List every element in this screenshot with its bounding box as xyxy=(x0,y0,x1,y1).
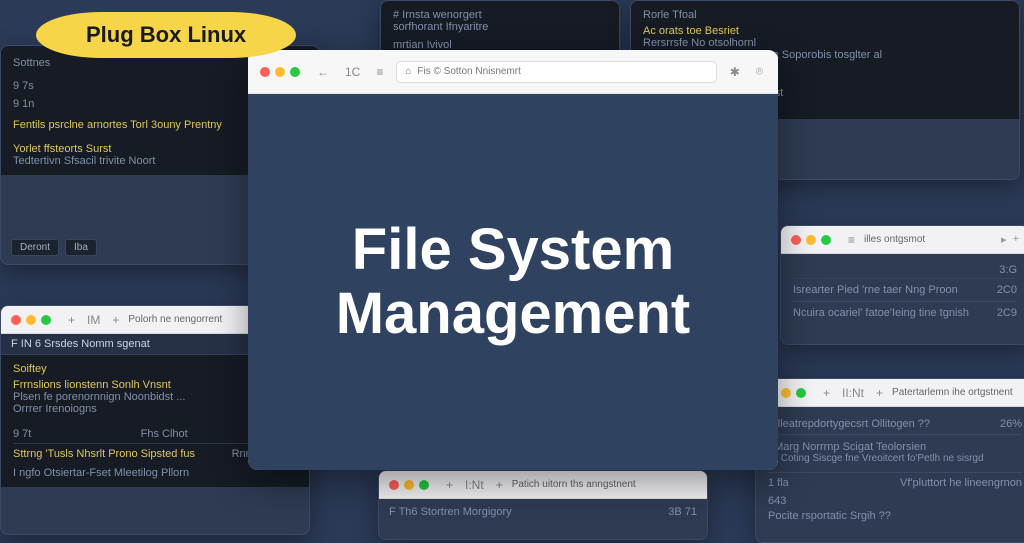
col-header: 3:G xyxy=(999,264,1017,276)
row-value: 3B 71 xyxy=(668,506,697,518)
line: I Marg Norrrnp Scigat Teolorsien xyxy=(768,441,1022,453)
plus-icon[interactable]: + xyxy=(446,478,453,492)
row: 9 7s xyxy=(13,80,34,92)
plus-icon[interactable]: + xyxy=(112,313,119,327)
button[interactable]: Iba xyxy=(65,239,97,256)
row-label: Isrearter Pied 'rne taer Nng Proon xyxy=(793,284,958,296)
row-value: 26% xyxy=(1000,418,1022,430)
brand-badge: Plug Box Linux xyxy=(36,12,296,58)
address-text: Fis © Sotton Nnisnemrt xyxy=(417,66,521,77)
user-icon[interactable]: ⌾ xyxy=(756,64,763,79)
home-icon: ⌂ xyxy=(405,66,411,77)
button[interactable]: Deront xyxy=(11,239,59,256)
row-label: F Th6 Stortren Morgigory xyxy=(389,506,512,518)
browser-toolbar: ← 1C ≡ ⌂ Fis © Sotton Nnisnemrt ✱ ⌾ xyxy=(248,50,778,94)
plus-icon[interactable]: + xyxy=(876,386,883,400)
window-title: Patich uitorn ths anngstnent xyxy=(512,479,697,490)
hero-title: File System Management xyxy=(248,94,778,470)
main-window: ← 1C ≡ ⌂ Fis © Sotton Nnisnemrt ✱ ⌾ File… xyxy=(248,50,778,470)
line: # Irnsta wenorgert xyxy=(393,9,607,21)
plus-icon[interactable]: + xyxy=(823,386,830,400)
line: Pocite rsportatic Srgih ?? xyxy=(768,510,1022,522)
header: Rorle Tfoal xyxy=(643,9,1007,21)
close-dot[interactable] xyxy=(260,67,270,77)
window-title: Patertarlemn ihe ortgstnent xyxy=(892,387,1024,398)
window-bottom-right: + II:Nt + Patertarlemn ihe ortgstnent Si… xyxy=(755,378,1024,543)
menu-icon[interactable]: ≡ xyxy=(848,233,855,247)
min-dot[interactable] xyxy=(275,67,285,77)
heading: Ac orats toe Besriet xyxy=(643,25,1007,37)
tc-label: 1C xyxy=(345,65,360,79)
menu-icon[interactable]: ≡ xyxy=(376,65,383,79)
line: Rersrrsfe No otsolhornl xyxy=(643,37,1007,49)
window-bottom-middle: + I:Nt + Patich uitorn ths anngstnent F … xyxy=(378,470,708,540)
address-bar[interactable]: ⌂ Fis © Sotton Nnisnemrt xyxy=(396,61,716,83)
row-label[interactable]: Sttrng 'Tusls Nhsrlt Prono Sipsted fus xyxy=(13,448,195,460)
row-label: 643 xyxy=(768,495,786,507)
row: 9 1n xyxy=(13,98,34,110)
label: Fhs Clhot xyxy=(141,428,188,440)
arrow-icon[interactable]: ▸ xyxy=(1001,233,1007,246)
menu-icon[interactable]: IM xyxy=(87,313,100,327)
label: Sottnes xyxy=(13,57,50,74)
line: IN Coting Siscge fne Vreoitcert fo'Petlh… xyxy=(768,453,1022,464)
window-mid-right: ≡ illes ontgsmot ▸ + 3:G Isrearter Pied '… xyxy=(780,225,1024,345)
back-icon[interactable]: ← xyxy=(317,65,329,79)
row-value: Vf'pluttort he lineengrnon xyxy=(900,477,1022,489)
row-value: 2C0 xyxy=(997,284,1017,296)
row-label: Ncuira ocariel' fatoe'Ieing tine tgnish xyxy=(793,307,969,319)
plus-icon[interactable]: + xyxy=(1013,233,1019,246)
line: sorfhorant Ifnyaritre xyxy=(393,21,607,33)
gear-icon[interactable]: ✱ xyxy=(730,65,740,79)
max-dot[interactable] xyxy=(290,67,300,77)
plus-icon[interactable]: + xyxy=(496,478,503,492)
row-value: 2C9 xyxy=(997,307,1017,319)
row-label: Silleatrepdortygecsrt Ollitogen ?? xyxy=(768,418,930,430)
window-title: illes ontgsmot xyxy=(864,234,995,245)
plus-icon[interactable]: + xyxy=(68,313,75,327)
row-label: 1 fla xyxy=(768,477,789,489)
